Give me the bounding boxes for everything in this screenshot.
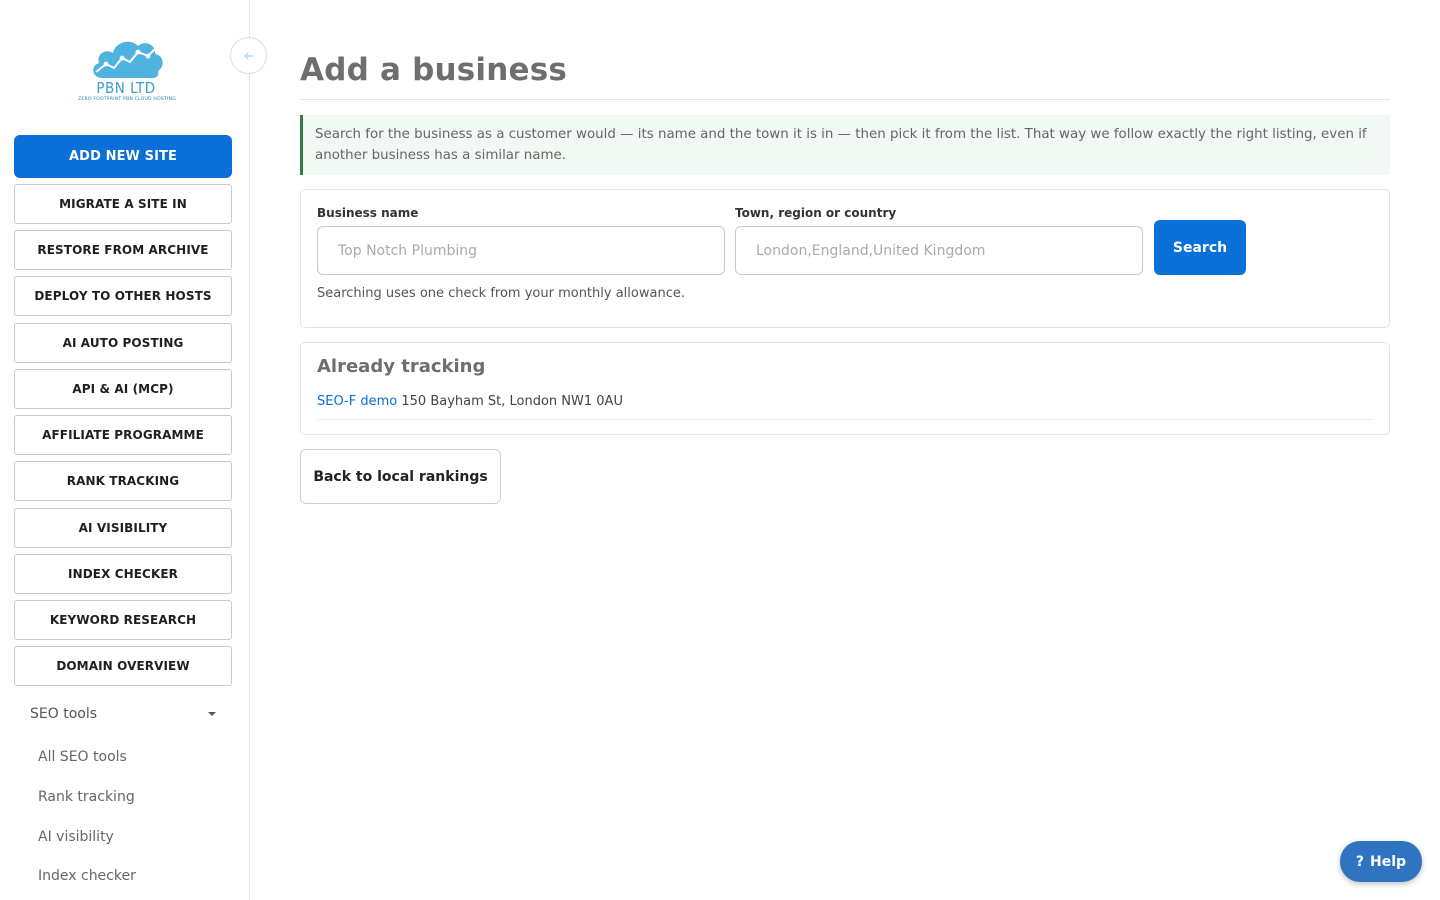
info-notice: Search for the business as a customer wo… <box>300 115 1390 175</box>
already-tracking-title: Already tracking <box>317 356 486 377</box>
sidebar: PBN LTD ZERO FOOTPRINT PBN CLOUD HOSTING… <box>0 0 250 900</box>
sidebar-item-index-checker[interactable]: Index checker <box>38 868 136 884</box>
list-item: SEO-F demo 150 Bayham St, London NW1 0AU <box>317 394 623 409</box>
question-mark-icon: ? <box>1355 853 1365 870</box>
business-search-card: Business name Top Notch Plumbing Town, r… <box>300 189 1390 328</box>
deploy-to-other-hosts-button[interactable]: DEPLOY TO OTHER HOSTS <box>14 276 232 316</box>
help-button[interactable]: ? Help <box>1340 841 1422 882</box>
arrow-left-icon <box>243 52 253 59</box>
already-tracking-card: Already tracking SEO-F demo 150 Bayham S… <box>300 342 1390 435</box>
rank-tracking-button[interactable]: RANK TRACKING <box>14 461 232 501</box>
cloud-chart-logo-icon <box>93 41 163 79</box>
search-allowance-hint: Searching uses one check from your month… <box>317 286 685 301</box>
add-new-site-button[interactable]: ADD NEW SITE <box>14 135 232 178</box>
business-name-label: Business name <box>317 206 419 220</box>
search-button[interactable]: Search <box>1154 220 1246 275</box>
collapse-sidebar-button[interactable] <box>230 37 267 74</box>
keyword-research-button[interactable]: KEYWORD RESEARCH <box>14 600 232 640</box>
back-to-local-rankings-button[interactable]: Back to local rankings <box>300 449 501 504</box>
location-input[interactable]: London,England,United Kingdom <box>735 226 1143 275</box>
brand-logo[interactable]: PBN LTD ZERO FOOTPRINT PBN CLOUD HOSTING <box>78 32 176 114</box>
title-divider <box>300 99 1390 100</box>
restore-from-archive-button[interactable]: RESTORE FROM ARCHIVE <box>14 230 232 270</box>
domain-overview-button[interactable]: DOMAIN OVERVIEW <box>14 646 232 686</box>
row-divider <box>317 419 1373 420</box>
location-label: Town, region or country <box>735 206 897 220</box>
tracked-business-address: 150 Bayham St, London NW1 0AU <box>401 394 623 409</box>
migrate-site-button[interactable]: MIGRATE A SITE IN <box>14 184 232 224</box>
page-title: Add a business <box>300 52 568 88</box>
ai-visibility-button[interactable]: AI VISIBILITY <box>14 508 232 548</box>
brand-tagline: ZERO FOOTPRINT PBN CLOUD HOSTING <box>78 97 176 102</box>
sidebar-item-ai-visibility[interactable]: AI visibility <box>38 829 114 845</box>
api-ai-mcp-button[interactable]: API & AI (MCP) <box>14 369 232 409</box>
affiliate-programme-button[interactable]: AFFILIATE PROGRAMME <box>14 415 232 455</box>
business-name-input[interactable]: Top Notch Plumbing <box>317 226 725 275</box>
ai-auto-posting-button[interactable]: AI AUTO POSTING <box>14 323 232 363</box>
sidebar-item-all-seo-tools[interactable]: All SEO tools <box>38 749 127 765</box>
caret-down-icon <box>208 712 216 716</box>
help-label: Help <box>1370 853 1407 870</box>
brand-name: PBN LTD <box>96 79 156 97</box>
seo-tools-group-toggle[interactable]: SEO tools <box>14 695 232 733</box>
tracked-business-link[interactable]: SEO-F demo <box>317 394 397 409</box>
index-checker-button[interactable]: INDEX CHECKER <box>14 554 232 594</box>
sidebar-item-rank-tracking[interactable]: Rank tracking <box>38 789 135 805</box>
seo-tools-group-label: SEO tools <box>30 706 98 722</box>
